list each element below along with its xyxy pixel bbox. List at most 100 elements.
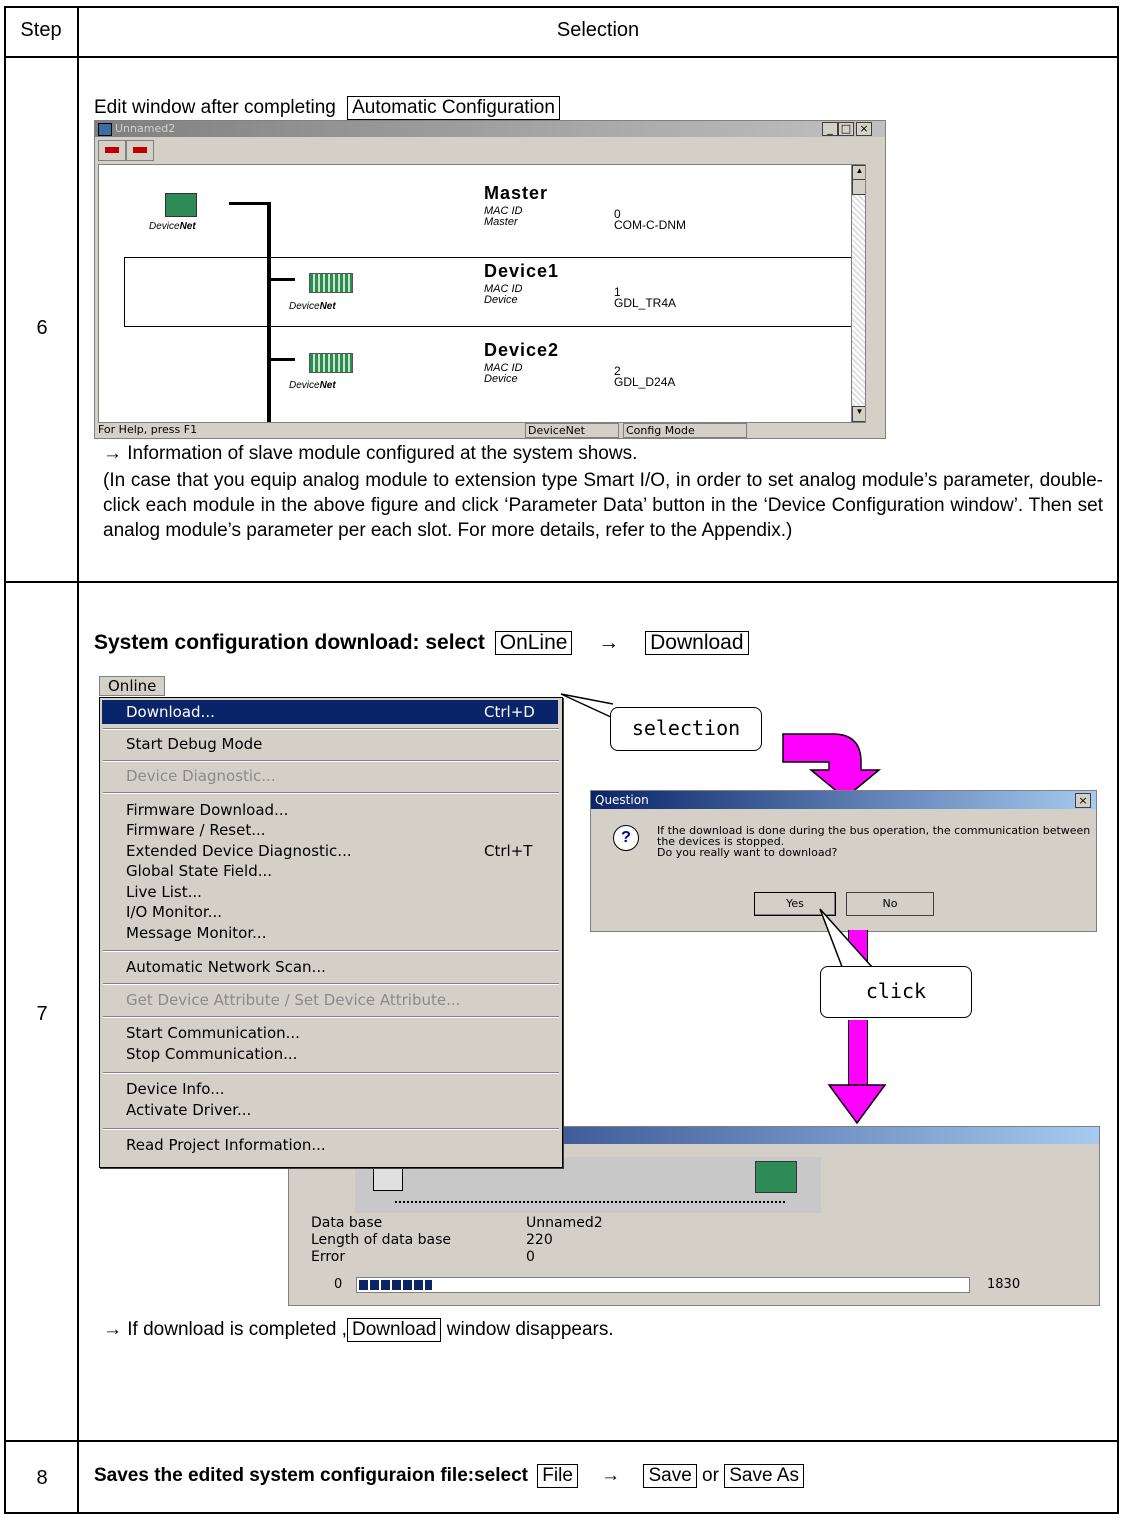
step-number-8: 8: [36, 1467, 48, 1489]
maximize-button[interactable]: □: [838, 122, 854, 136]
question-dialog-title: Question: [595, 793, 649, 807]
row-divider-header: [4, 56, 1118, 58]
step6-note2: (In case that you equip analog module to…: [103, 470, 1103, 541]
minimize-button[interactable]: _: [822, 122, 838, 136]
menu-item-start-debug[interactable]: Start Debug Mode: [126, 735, 262, 753]
db-value: Unnamed2: [526, 1215, 603, 1231]
network-disconnect-icon: [133, 147, 147, 153]
vertical-scrollbar[interactable]: ▲ ▼: [851, 165, 865, 422]
device2-node[interactable]: Device2 MAC ID 2 Device GDL_D24A: [484, 340, 784, 400]
download-window-label: Download: [346, 1318, 442, 1342]
menu-separator: [103, 950, 559, 952]
step7-heading-text: System configuration download: select: [94, 631, 485, 654]
length-value: 220: [526, 1232, 553, 1248]
menu-separator: [103, 792, 559, 794]
table-border-top: [4, 6, 1118, 8]
edit-window-title: Unnamed2: [115, 122, 176, 135]
edit-window-titlebar[interactable]: Unnamed2 _ □ ×: [95, 121, 885, 137]
online-menu: Download... Ctrl+D Start Debug Mode Devi…: [99, 697, 563, 1168]
device1-logo: DeviceNet: [289, 301, 336, 312]
menu-item-network-scan[interactable]: Automatic Network Scan...: [126, 958, 326, 976]
master-logo-b: Net: [179, 221, 196, 232]
status-mode: Config Mode: [623, 423, 747, 438]
error-label: Error: [311, 1249, 346, 1265]
progress-fill: [359, 1280, 432, 1290]
device2-module-icon: [309, 353, 353, 373]
file-label: File: [537, 1464, 578, 1488]
menu-separator: [103, 1128, 559, 1130]
menu-item-start-communication[interactable]: Start Communication...: [126, 1024, 300, 1042]
device2-logo: DeviceNet: [289, 380, 336, 391]
menu-item-device-info[interactable]: Device Info...: [126, 1080, 225, 1098]
header-selection: Selection: [556, 19, 640, 41]
menu-item-download[interactable]: Download...: [126, 703, 215, 721]
step7-heading: System configuration download: select On…: [94, 631, 749, 655]
step6-intro: Edit window after completing Automatic C…: [94, 96, 560, 120]
table-border-bottom: [4, 1512, 1118, 1514]
menu-item-firmware-reset[interactable]: Firmware / Reset...: [126, 821, 266, 839]
menu-shortcut-extended: Ctrl+T: [484, 842, 533, 860]
online-menu-title[interactable]: Online: [99, 676, 165, 696]
toolbar-button-2[interactable]: [126, 140, 154, 161]
table-border-right: [1117, 6, 1119, 1514]
device2-name: Device2: [484, 340, 560, 360]
master-logo: DeviceNet: [149, 221, 196, 232]
db-label: Data base: [311, 1215, 383, 1231]
master-logo-a: Device: [149, 221, 180, 232]
device1-label2: Device: [484, 294, 518, 306]
click-callout-pointer: [819, 908, 873, 973]
row-divider-6: [4, 581, 1118, 583]
toolbar-button-1[interactable]: [98, 140, 126, 161]
step7-after-post: window disappears.: [446, 1319, 614, 1340]
device1-logo-a: Device: [289, 301, 320, 312]
step6-intro-text: Edit window after completing: [94, 97, 336, 118]
menu-separator: [103, 728, 559, 730]
down-arrow-shaft-bottom: [848, 1020, 868, 1085]
table-border-left: [4, 6, 6, 1514]
header-step: Step: [20, 19, 62, 41]
step8-or: or: [702, 1465, 719, 1486]
step7-after: → If download is completed , Download win…: [103, 1318, 614, 1342]
step7-arrow: →: [598, 631, 620, 654]
menu-item-live-list[interactable]: Live List...: [126, 883, 202, 901]
master-node[interactable]: Master MAC ID 0 Master COM-C-DNM: [484, 183, 784, 243]
menu-item-io-monitor[interactable]: I/O Monitor...: [126, 903, 222, 921]
card-icon: [755, 1161, 797, 1193]
column-divider: [77, 6, 79, 1514]
master-label2: Master: [484, 216, 518, 228]
progress-min: 0: [334, 1277, 343, 1292]
status-help: For Help, press F1: [98, 423, 198, 436]
edit-window: Unnamed2 _ □ × DeviceNet Master MAC ID 0…: [94, 120, 886, 439]
menu-item-activate-driver[interactable]: Activate Driver...: [126, 1101, 251, 1119]
device1-module-icon: [309, 273, 353, 293]
question-message-line3: Do you really want to download?: [657, 846, 838, 859]
menu-item-message-monitor[interactable]: Message Monitor...: [126, 924, 266, 942]
network-canvas[interactable]: DeviceNet Master MAC ID 0 Master COM-C-D…: [98, 164, 866, 423]
scroll-down-button[interactable]: ▼: [852, 406, 865, 422]
step-number-7: 7: [36, 1003, 48, 1025]
step8-heading: Saves the edited system configuraion fil…: [94, 1464, 804, 1488]
menu-item-firmware-download[interactable]: Firmware Download...: [126, 801, 288, 819]
pc-icon: [373, 1165, 403, 1191]
menu-item-device-attribute[interactable]: Get Device Attribute / Set Device Attrib…: [126, 991, 460, 1009]
close-button[interactable]: ×: [856, 122, 872, 136]
menu-item-global-state[interactable]: Global State Field...: [126, 862, 272, 880]
question-dialog-titlebar[interactable]: Question ×: [591, 791, 1096, 809]
device1-logo-b: Net: [319, 301, 336, 312]
menu-item-device-diagnostic[interactable]: Device Diagnostic...: [126, 767, 276, 785]
device2-value2: GDL_D24A: [614, 375, 676, 389]
device1-node: Device1 MAC ID 1 Device GDL_TR4A: [484, 261, 784, 321]
menu-item-extended-diagnostic[interactable]: Extended Device Diagnostic...: [126, 842, 352, 860]
device2-logo-a: Device: [289, 380, 320, 391]
scroll-thumb[interactable]: [852, 179, 865, 195]
menu-item-stop-communication[interactable]: Stop Communication...: [126, 1045, 297, 1063]
edit-window-statusbar: For Help, press F1 DeviceNet Config Mode: [95, 423, 885, 438]
device2-logo-b: Net: [319, 380, 336, 391]
row-divider-7: [4, 1440, 1118, 1442]
progress-bar: [356, 1277, 970, 1293]
question-dialog-close-button[interactable]: ×: [1075, 793, 1091, 808]
menu-separator: [103, 983, 559, 985]
save-as-label: Save As: [724, 1464, 804, 1488]
menu-item-read-project-info[interactable]: Read Project Information...: [126, 1136, 326, 1154]
question-message: If the download is done during the bus o…: [657, 825, 1090, 858]
